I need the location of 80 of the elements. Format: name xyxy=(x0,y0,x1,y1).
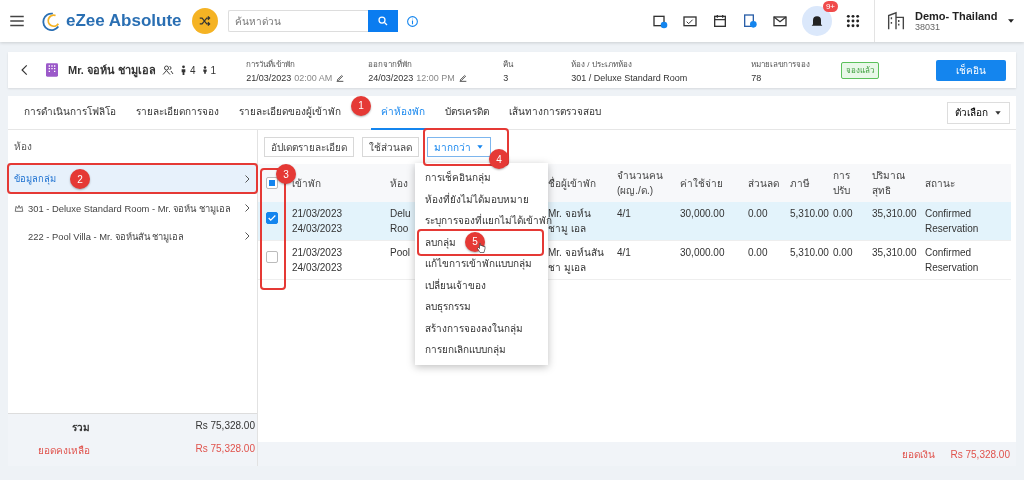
table-cell-text: 4/1 xyxy=(617,207,631,221)
total-value: Rs 75,328.00 xyxy=(195,443,255,456)
toolbar-button[interactable]: อัปเดตรายละเอียด xyxy=(264,137,354,157)
adult-count: 4 xyxy=(190,64,196,76)
callout-number: 4 xyxy=(489,149,509,169)
status-tag: จองแล้ว xyxy=(841,62,880,79)
field-label: ออกจากที่พัก xyxy=(368,58,414,71)
table-cell-text: 4/1 xyxy=(617,246,631,260)
table-cell-text: Confirmed Reservation xyxy=(925,207,980,236)
table-cell-text: 35,310.00 xyxy=(872,207,917,221)
menu-item[interactable]: ห้องที่ยังไม่ได้มอบหมาย xyxy=(415,188,548,210)
notification-badge: 9+ xyxy=(822,1,838,12)
table-cell-text: Mr. จอห์นสัน ชา มูเอล xyxy=(548,246,605,275)
tab[interactable]: เส้นทางการตรวจสอบ xyxy=(499,95,611,130)
column-header: ห้อง xyxy=(390,177,408,189)
menu-item[interactable]: การเช็คอินกลุ่ม xyxy=(415,167,548,189)
field-label: ห้อง / ประเภทห้อง xyxy=(571,58,633,71)
tab[interactable]: รายละเอียดการจอง xyxy=(126,95,229,130)
column-header: ปริมาณ สุทธิ xyxy=(872,170,905,196)
callout-number: 1 xyxy=(351,95,371,116)
total-value: Rs 75,328.00 xyxy=(195,420,255,433)
field-label: หมายเลขการจอง xyxy=(751,58,812,71)
menu-item[interactable]: ลบกลุ่ม 5 xyxy=(415,231,548,253)
table-cell-text: Pool xyxy=(390,246,410,260)
table-cell-text: 21/03/2023 24/03/2023 xyxy=(292,207,343,236)
tab[interactable]: รายละเอียดของผู้เข้าพัก xyxy=(229,95,351,130)
panel-title: ห้อง xyxy=(8,130,257,164)
column-header: ชื่อผู้เข้าพัก xyxy=(548,177,596,189)
column-header: จำนวนคน (ผญ./ด.) xyxy=(617,170,663,196)
field-label: การวันที่เข้าพัก xyxy=(246,58,297,71)
options-dropdown[interactable]: ตัวเลือก xyxy=(947,101,1010,124)
table-cell-text: 0.00 xyxy=(748,246,768,260)
column-header: สถานะ xyxy=(925,177,955,189)
toolbar-button[interactable]: ใช้ส่วนลด xyxy=(362,137,419,157)
field-time: 02:00 AM xyxy=(294,72,333,83)
callout-number: 2 xyxy=(70,169,90,189)
table-cell-text: 5,310.00 xyxy=(790,246,829,260)
total-label: รวม xyxy=(71,421,90,435)
table-cell-text: Confirmed Reservation xyxy=(925,246,980,275)
property-code: 38031 xyxy=(915,22,942,32)
check-in-button[interactable]: เช็คอิน xyxy=(936,59,1006,81)
column-header: ภาษี xyxy=(790,177,810,189)
menu-item[interactable]: เปลี่ยนเจ้าของ xyxy=(415,274,548,296)
field-time: 12:00 PM xyxy=(416,72,455,83)
amount-label: ยอดเงิน xyxy=(901,447,935,462)
table-cell-text: 0.00 xyxy=(833,207,853,221)
app-logo: eZee Absolute xyxy=(66,11,182,31)
table-cell-text: 30,000.00 xyxy=(680,246,725,260)
tab[interactable]: ค่าห้องพัก xyxy=(371,95,435,130)
guest-name: Mr. จอห์น ชามูเอล xyxy=(68,63,156,79)
more-dropdown[interactable]: มากกว่า xyxy=(427,137,491,157)
menu-item[interactable]: สร้างการจองลงในกลุ่ม xyxy=(415,317,548,339)
table-cell-text: 5,310.00 xyxy=(790,207,829,221)
tab[interactable]: บัตรเครดิต xyxy=(435,95,499,130)
field-value: 78 xyxy=(751,72,762,83)
column-header: การ ปรับ xyxy=(833,170,850,196)
table-cell-text: Delu Roo xyxy=(390,207,411,236)
table-cell-text: 0.00 xyxy=(748,207,768,221)
child-count: 1 xyxy=(210,64,217,76)
field-value: 21/03/2023 xyxy=(246,72,292,83)
table-cell-text: 0.00 xyxy=(833,246,853,260)
amount-value: Rs 75,328.00 xyxy=(950,448,1010,460)
room-list-item[interactable]: ข้อมูลกลุ่ม 2 xyxy=(8,164,257,194)
field-value: 3 xyxy=(503,72,509,83)
table-cell-text: 21/03/2023 24/03/2023 xyxy=(292,246,343,275)
column-header: เข้าพัก xyxy=(292,177,321,189)
table-cell-text: 35,310.00 xyxy=(872,246,917,260)
field-value: 301 / Deluxe Standard Room xyxy=(571,72,688,83)
menu-item[interactable]: แก้ไขการเข้าพักแบบกลุ่ม xyxy=(415,253,548,275)
field-value: 24/03/2023 xyxy=(368,72,414,83)
search-field[interactable]: ค้นหาด่วน xyxy=(227,10,368,32)
column-header: ส่วนลด xyxy=(748,177,779,189)
table-cell-text: 30,000.00 xyxy=(680,207,725,221)
tab[interactable]: การดำเนินการโฟลิโอ xyxy=(14,95,126,130)
property-name: Demo- Thailand xyxy=(915,10,998,22)
menu-item[interactable]: ลบธุรกรรม xyxy=(415,296,548,318)
field-label: คืน xyxy=(503,58,515,71)
column-header: ค่าใช้จ่าย xyxy=(680,177,723,189)
menu-item[interactable]: การยกเลิกแบบกลุ่ม xyxy=(415,339,548,361)
total-label: ยอดคงเหลือ xyxy=(37,444,90,458)
